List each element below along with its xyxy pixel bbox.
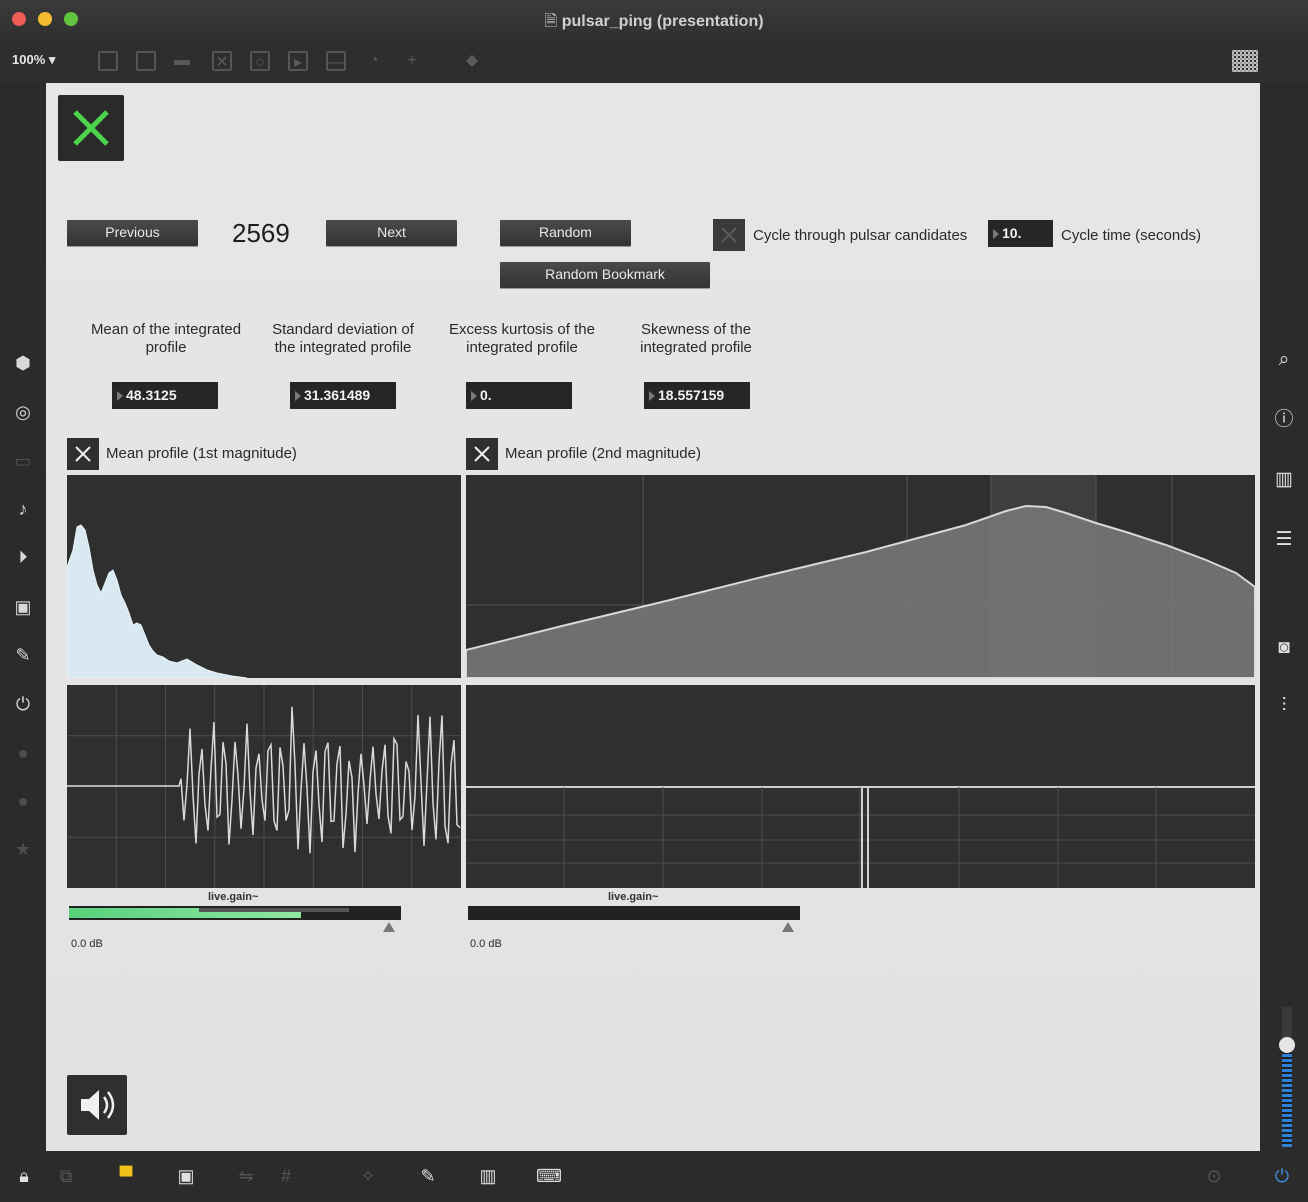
main-toggle[interactable] — [58, 95, 124, 161]
scope-right-graphic — [466, 786, 1255, 888]
master-volume-meter — [1282, 1052, 1292, 1147]
stat-std-value[interactable]: 31.361489 — [290, 382, 396, 409]
scope-left-graphic — [67, 685, 461, 888]
candidate-index: 2569 — [232, 218, 290, 248]
grid-icon[interactable] — [1232, 50, 1258, 72]
edit-icon[interactable]: ⧉ — [54, 1164, 78, 1188]
right-sidebar: ⌕ ⓘ ▥ ☰ ◙ ⫶ — [1260, 82, 1308, 1152]
x-toggle-icon — [75, 446, 91, 462]
keyboard-icon[interactable]: ⌨ — [536, 1164, 562, 1188]
profile1-plot-graphic — [67, 524, 248, 678]
profile2-plot-graphic — [466, 475, 1255, 678]
star-icon[interactable]: ★ — [12, 838, 34, 860]
random-bookmark-button[interactable]: Random Bookmark — [500, 262, 710, 288]
profile1-label: Mean profile (1st magnitude) — [106, 445, 297, 462]
profile2-toggle[interactable] — [466, 438, 498, 470]
waveform-scope-left — [67, 685, 461, 888]
zoom-dropdown[interactable]: 100% ▾ — [12, 52, 55, 68]
packages-icon[interactable]: ⬢ — [12, 352, 34, 374]
cursor-icon[interactable]: ✧ — [356, 1164, 380, 1188]
paperclip-icon[interactable]: ✎ — [12, 644, 34, 666]
target-icon[interactable]: ◎ — [12, 401, 34, 423]
gain-left-db: 0.0 dB — [71, 938, 103, 950]
random-button[interactable]: Random — [500, 220, 631, 246]
grid-icon[interactable]: # — [274, 1164, 298, 1188]
b-icon[interactable]: ● — [12, 790, 34, 812]
button-object-icon[interactable]: ○ — [250, 51, 270, 71]
toggle-object-icon[interactable]: ✕ — [212, 51, 232, 71]
x-toggle-icon — [73, 110, 109, 146]
music-note-icon[interactable]: ♪ — [12, 498, 34, 520]
cycle-time-number[interactable]: 10. — [988, 220, 1053, 247]
gain-right-label: live.gain~ — [608, 891, 659, 903]
title-bar: 🗎 pulsar_ping (presentation) — [0, 0, 1308, 41]
profile1-toggle[interactable] — [67, 438, 99, 470]
speaker-icon — [81, 1090, 115, 1120]
cycle-time-label: Cycle time (seconds) — [1061, 227, 1202, 244]
previous-button[interactable]: Previous — [67, 220, 198, 246]
profile1-plot — [67, 475, 461, 678]
gain-right-slider[interactable] — [468, 906, 800, 920]
paint-bucket-icon[interactable]: ◆ — [462, 51, 482, 71]
slider-object-icon[interactable]: — — [326, 51, 346, 71]
search-icon[interactable]: ⌕ — [1272, 348, 1296, 372]
dial-object-icon[interactable]: ◔ — [364, 51, 384, 71]
playlist-icon[interactable]: ⏵ — [12, 546, 34, 568]
cycle-toggle[interactable] — [713, 219, 745, 251]
left-sidebar: ⬢ ◎ ▭ ♪ ⏵ ▣ ✎ ⏻ ● ● ★ — [0, 82, 46, 1152]
lock-icon[interactable]: 🔒︎ — [12, 1164, 36, 1188]
new-object-icon[interactable] — [98, 51, 118, 71]
stat-kurtosis-value[interactable]: 0. — [466, 382, 572, 409]
x-toggle-icon — [474, 446, 490, 462]
mixer-icon[interactable]: ⫶ — [1272, 694, 1296, 718]
stat-skewness-label: Skewness of the integrated profile — [640, 321, 752, 356]
next-button[interactable]: Next — [326, 220, 457, 246]
link-icon[interactable]: ⇋ — [234, 1164, 258, 1188]
profile2-label: Mean profile (2nd magnitude) — [505, 445, 701, 462]
list-icon[interactable]: ☰ — [1272, 528, 1296, 552]
wrench-icon[interactable]: ✎ — [416, 1164, 440, 1188]
window-title: 🗎 pulsar_ping (presentation) — [544, 13, 764, 30]
waveform-scope-right — [466, 685, 1255, 888]
bottom-toolbar: 🔒︎ ⧉ ▀ ▣ ⇋ # ✧ ✎ ▥ ⌨ ⊙ ⏻ — [0, 1152, 1308, 1202]
gain-left-handle[interactable] — [383, 922, 395, 932]
info-icon[interactable]: ⓘ — [1272, 408, 1296, 432]
book-icon[interactable]: ▥ — [1272, 468, 1296, 492]
message-icon[interactable] — [136, 51, 156, 71]
cycle-label: Cycle through pulsar candidates — [753, 227, 968, 244]
stat-std-label: Standard deviation of the integrated pro… — [272, 321, 414, 356]
inspector-icon[interactable]: ▭ — [12, 450, 34, 472]
master-volume-slider[interactable] — [1279, 1007, 1295, 1147]
x-toggle-icon — [721, 227, 737, 243]
gain-right-db: 0.0 dB — [470, 938, 502, 950]
audio-toggle-button[interactable] — [67, 1075, 127, 1135]
stat-kurtosis-label: Excess kurtosis of the integrated profil… — [449, 321, 595, 356]
stat-mean-value[interactable]: 48.3125 — [112, 382, 218, 409]
presentation-icon[interactable]: ▀ — [114, 1164, 138, 1188]
play-icon[interactable]: ⊙ — [1202, 1164, 1226, 1188]
v-icon[interactable]: ● — [12, 742, 34, 764]
stat-skewness-value[interactable]: 18.557159 — [644, 382, 750, 409]
gain-left-peak-bar — [199, 908, 349, 912]
stat-mean-label: Mean of the integrated profile — [90, 321, 242, 356]
add-object-icon[interactable]: + — [402, 51, 422, 71]
gain-right-handle[interactable] — [782, 922, 794, 932]
master-volume-knob[interactable] — [1279, 1037, 1295, 1053]
gain-left-label: live.gain~ — [208, 891, 259, 903]
power-icon[interactable]: ⏻ — [1270, 1164, 1294, 1188]
document-icon: 🗎 — [544, 13, 562, 30]
comment-icon[interactable]: ▬ — [172, 51, 192, 71]
plug-icon[interactable]: ⏻ — [12, 693, 34, 715]
piano-icon[interactable]: ▥ — [476, 1164, 500, 1188]
gain-left-slider[interactable] — [69, 906, 401, 920]
profile2-plot — [466, 475, 1255, 678]
windows-icon[interactable]: ▣ — [174, 1164, 198, 1188]
camera-icon[interactable]: ◙ — [1272, 636, 1296, 660]
number-object-icon[interactable]: ▸ — [288, 51, 308, 71]
presentation-canvas: Previous 2569 Next Random Random Bookmar… — [46, 83, 1260, 1151]
image-icon[interactable]: ▣ — [12, 596, 34, 618]
toolbar: 100% ▾ ▬ ✕ ○ ▸ — ◔ + ◆ — [0, 40, 1308, 82]
